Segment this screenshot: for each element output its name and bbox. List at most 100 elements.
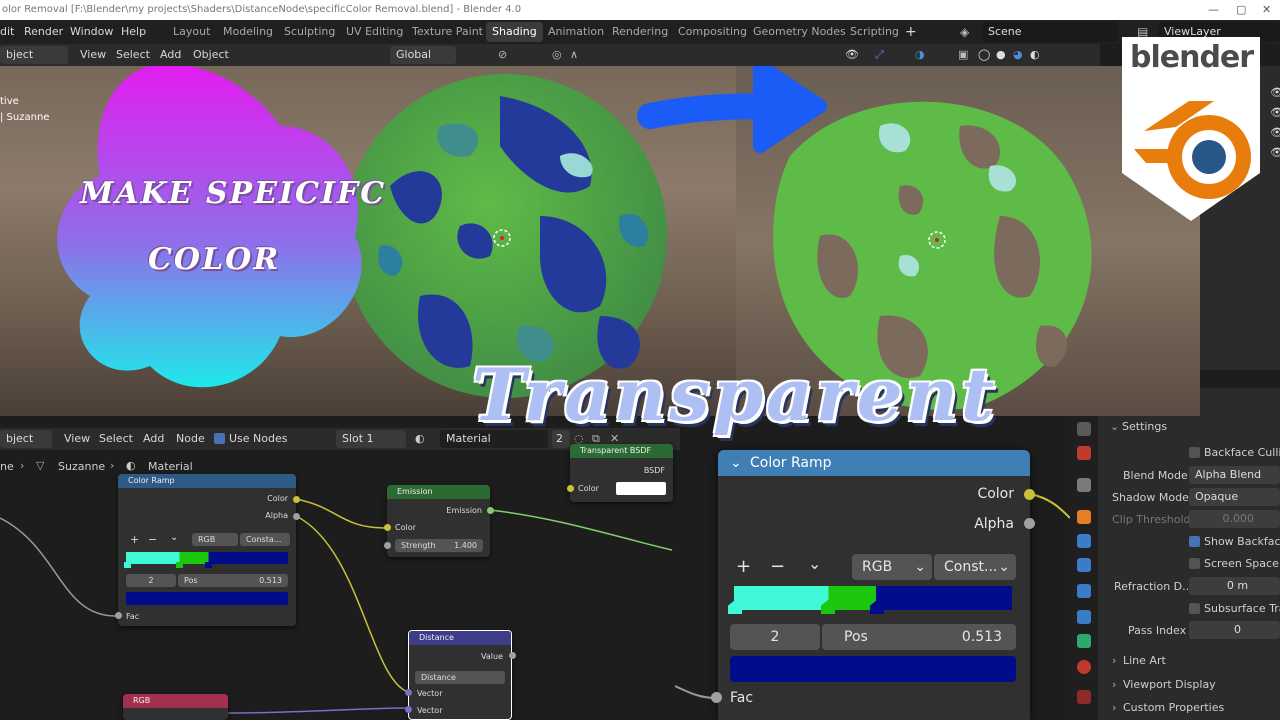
emission-output-socket[interactable]	[487, 507, 494, 514]
gizmo-icon[interactable]: ⤢	[875, 44, 884, 66]
color-ramp-node[interactable]: Color Ramp Color Alpha + − ⌄ RGB Consta.…	[118, 474, 296, 626]
chevron-down-icon[interactable]: ⌄	[1110, 420, 1119, 433]
zoom-stop-index-field[interactable]: 2	[730, 624, 820, 650]
add-workspace-button[interactable]: +	[905, 20, 917, 44]
emission-node[interactable]: Emission Emission Color Strength 1.400	[387, 485, 490, 557]
output-tab-icon[interactable]	[1077, 478, 1091, 492]
chevron-right-icon[interactable]: ›	[1112, 654, 1116, 667]
tool-tab-icon[interactable]	[1077, 422, 1091, 436]
visibility-toggle-icon[interactable]: 👁	[1270, 106, 1280, 119]
show-backface-checkbox[interactable]	[1189, 536, 1200, 547]
viewport-menu-select[interactable]: Select	[116, 44, 150, 66]
visibility-toggle-icon[interactable]: 👁	[1270, 146, 1280, 159]
strength-socket[interactable]	[384, 542, 391, 549]
ramp-stop-handle[interactable]	[176, 562, 183, 568]
render-tab-icon[interactable]	[1077, 446, 1091, 460]
color-output-socket[interactable]	[293, 496, 300, 503]
zoom-stop-position-field[interactable]: Pos 0.513	[822, 624, 1016, 650]
tab-geometry-nodes[interactable]: Geometry Nodes	[747, 22, 852, 42]
collapse-chevron-icon[interactable]: ⌄	[730, 450, 742, 476]
transparent-bsdf-header[interactable]: Transparent BSDF	[570, 444, 673, 458]
viewport-menu-object[interactable]: Object	[193, 44, 229, 66]
tab-modeling[interactable]: Modeling	[217, 22, 279, 42]
minimize-icon[interactable]: —	[1208, 0, 1219, 20]
falloff-icon[interactable]: ∧	[570, 44, 578, 66]
menu-render[interactable]: Render	[24, 20, 63, 44]
overlay-icon[interactable]: ◑	[915, 44, 925, 66]
emission-color-socket[interactable]	[384, 524, 391, 531]
tab-shading[interactable]: Shading	[486, 22, 543, 42]
zoom-alpha-output-socket[interactable]	[1024, 518, 1035, 529]
line-art-section-header[interactable]: Line Art	[1123, 654, 1166, 667]
subsurface-translucency-checkbox[interactable]	[1189, 603, 1200, 614]
distance-node[interactable]: Distance Value Distance Vector Vector	[408, 630, 512, 720]
tab-rendering[interactable]: Rendering	[606, 22, 674, 42]
chevron-right-icon[interactable]: ›	[1112, 678, 1116, 691]
snap-icon[interactable]: ⊘	[498, 44, 507, 66]
viewport-display-section-header[interactable]: Viewport Display	[1123, 678, 1216, 691]
distance-operation-dropdown[interactable]: Distance	[415, 671, 505, 684]
stop-color-swatch[interactable]	[126, 592, 288, 605]
viewport-menu-view[interactable]: View	[80, 44, 106, 66]
maximize-icon[interactable]: ▢	[1236, 0, 1246, 20]
zoom-color-output-socket[interactable]	[1024, 489, 1035, 500]
remove-stop-button[interactable]: −	[148, 533, 157, 546]
distance-value-socket[interactable]	[509, 652, 516, 659]
data-tab-icon[interactable]	[1077, 634, 1091, 648]
viewport-menu-add[interactable]: Add	[160, 44, 181, 66]
ramp-stop-handle[interactable]	[205, 562, 212, 568]
orientation-dropdown[interactable]: Global	[390, 46, 456, 64]
shading-solid-icon[interactable]: ●	[996, 44, 1006, 66]
tab-sculpting[interactable]: Sculpting	[278, 22, 341, 42]
emission-header[interactable]: Emission	[387, 485, 490, 499]
constraints-tab-icon[interactable]	[1077, 610, 1091, 624]
transparent-bsdf-node[interactable]: Transparent BSDF BSDF Color	[570, 444, 673, 502]
proportional-edit-icon[interactable]: ◎	[552, 44, 562, 66]
particles-tab-icon[interactable]	[1077, 558, 1091, 572]
zoom-stop-color-swatch[interactable]	[730, 656, 1016, 682]
stop-position-field[interactable]: Pos 0.513	[178, 574, 288, 587]
tab-texture-paint[interactable]: Texture Paint	[406, 22, 489, 42]
chevron-right-icon[interactable]: ›	[1112, 701, 1116, 714]
visibility-icon[interactable]: 👁	[845, 44, 859, 66]
xray-icon[interactable]: ▣	[958, 44, 968, 66]
visibility-toggle-icon[interactable]: 👁	[1270, 86, 1280, 99]
ramp-options-button[interactable]: ⌄	[170, 532, 178, 543]
shading-material-icon[interactable]: ◕	[1013, 44, 1023, 66]
pass-index-field[interactable]: 0	[1189, 621, 1280, 639]
zoom-remove-stop-button[interactable]: −	[770, 556, 785, 577]
transparent-color-swatch[interactable]	[616, 482, 666, 495]
color-ramp-header[interactable]: Color Ramp	[118, 474, 296, 488]
color-ramp-zoom-header[interactable]: ⌄ Color Ramp	[718, 450, 1030, 476]
fac-input-socket[interactable]	[115, 612, 122, 619]
texture-tab-icon[interactable]	[1077, 690, 1091, 704]
menu-window[interactable]: Window	[70, 20, 113, 44]
clip-threshold-field[interactable]: 0.000	[1189, 510, 1280, 528]
shading-wireframe-icon[interactable]: ◯	[978, 44, 990, 66]
ramp-stop-handle[interactable]	[124, 562, 131, 568]
modifier-tab-icon[interactable]	[1077, 534, 1091, 548]
mode-dropdown[interactable]: bject Mode	[0, 46, 68, 79]
stop-index-field[interactable]: 2	[126, 574, 176, 587]
tab-scripting[interactable]: Scripting	[844, 22, 905, 42]
visibility-toggle-icon[interactable]: 👁	[1270, 126, 1280, 139]
object-tab-icon[interactable]	[1077, 510, 1091, 524]
vector-input-socket[interactable]	[405, 706, 412, 713]
zoom-add-stop-button[interactable]: +	[736, 556, 751, 577]
scene-selector[interactable]: Scene	[982, 22, 1118, 42]
zoom-color-mode-dropdown[interactable]: RGB ⌄	[852, 554, 932, 580]
zoom-interpolation-dropdown[interactable]: Const... ⌄	[934, 554, 1016, 580]
transparent-color-socket[interactable]	[567, 485, 574, 492]
zoom-fac-input-socket[interactable]	[711, 692, 722, 703]
zoom-ramp-options-button[interactable]: ⌄	[808, 554, 821, 573]
tab-animation[interactable]: Animation	[542, 22, 610, 42]
shadow-mode-dropdown[interactable]: Opaque	[1189, 488, 1280, 506]
menu-help[interactable]: Help	[121, 20, 146, 44]
color-ramp-zoom[interactable]: ⌄ Color Ramp Color Alpha + − ⌄ RGB ⌄ Con…	[718, 450, 1030, 720]
blend-mode-dropdown[interactable]: Alpha Blend	[1189, 466, 1280, 484]
color-mode-dropdown[interactable]: RGB	[192, 533, 238, 546]
rgb-header[interactable]: RGB	[123, 694, 228, 708]
physics-tab-icon[interactable]	[1077, 584, 1091, 598]
alpha-output-socket[interactable]	[293, 513, 300, 520]
rgb-node[interactable]: RGB	[123, 694, 228, 720]
